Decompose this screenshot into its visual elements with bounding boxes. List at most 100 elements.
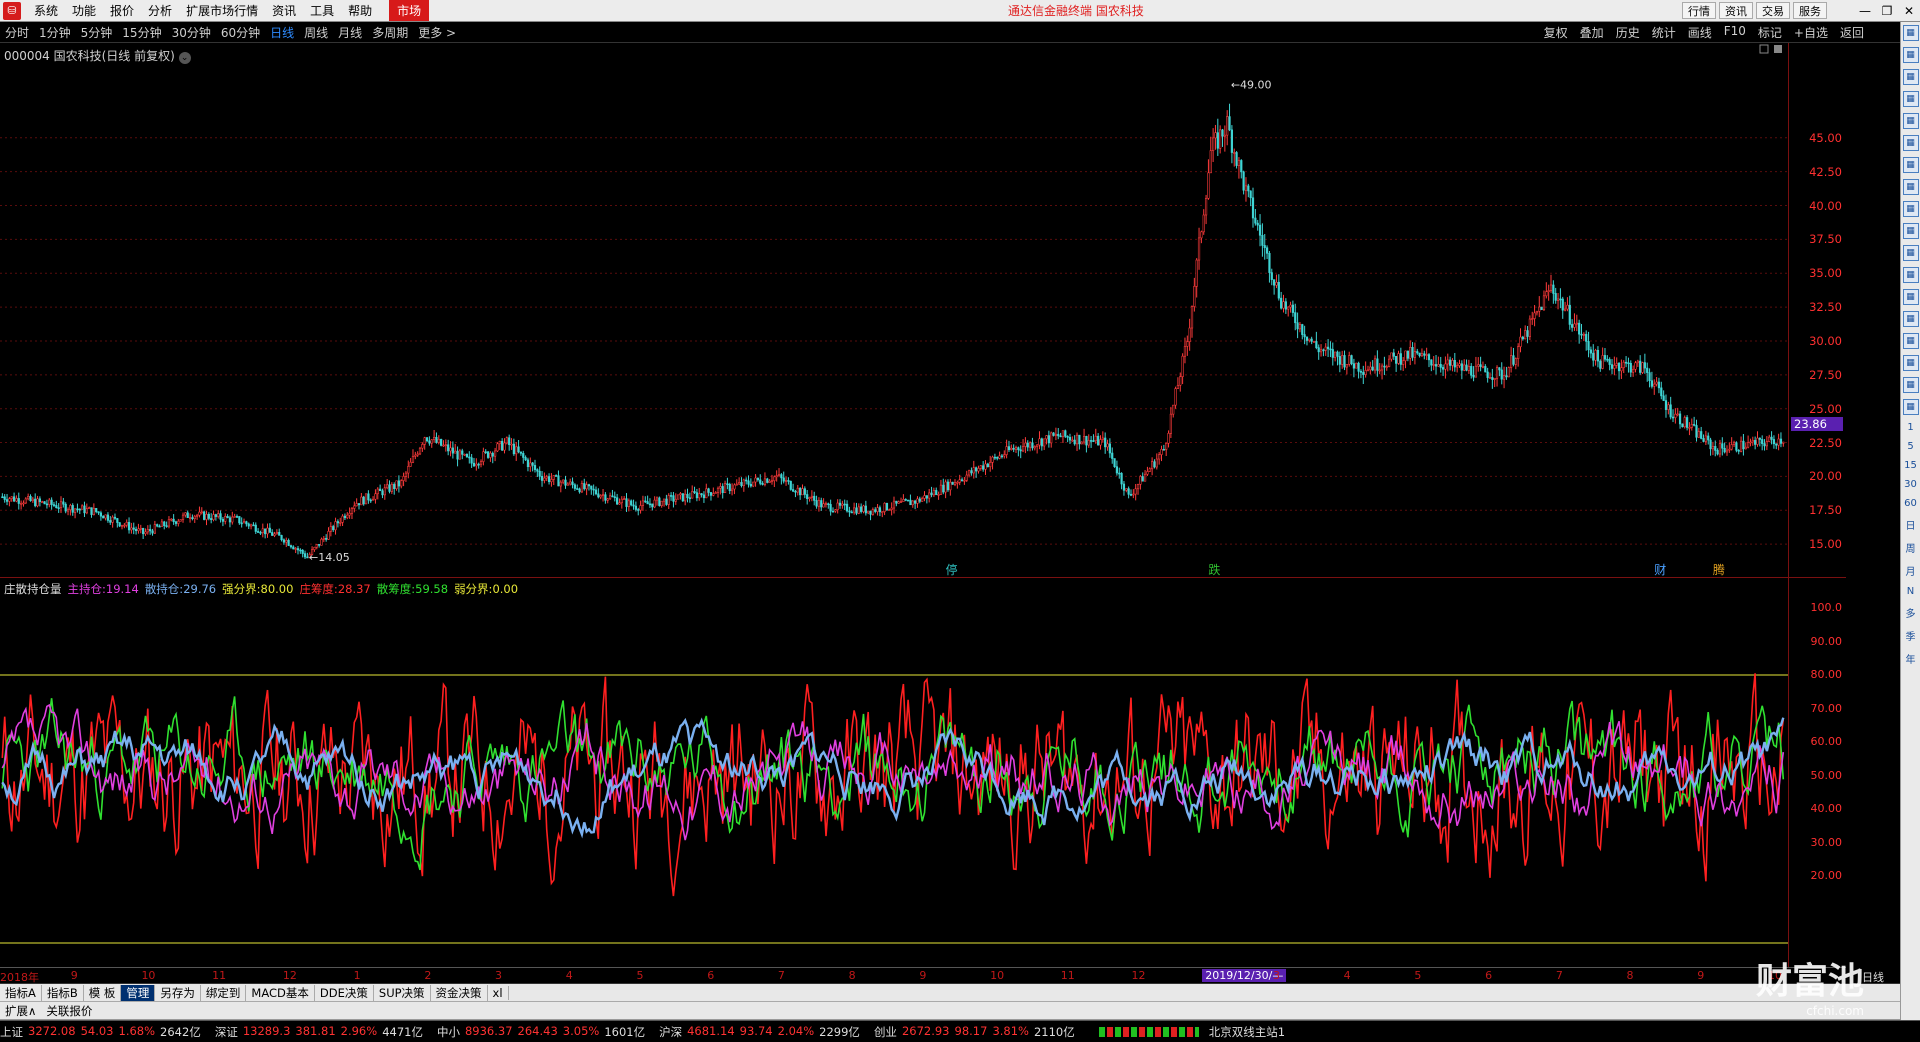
extension-button[interactable]: 扩展∧ [0,1003,41,1019]
period-tab[interactable]: 60分钟 [216,24,265,41]
toolbar-icon[interactable]: ▦ [1902,355,1919,371]
menu-item[interactable]: 工具 [303,4,341,18]
period-tab[interactable]: 周线 [299,24,333,41]
indicator-tab[interactable]: 管理 [121,984,156,1001]
chart-tool-button[interactable]: 返回 [1834,24,1870,41]
menu-item[interactable]: 扩展市场行情 [179,4,265,18]
indicator-tab[interactable]: 模 板 [84,984,122,1001]
indicator-tab[interactable]: MACD基本 [246,984,315,1001]
chevron-down-icon[interactable]: ⌄ [178,52,191,64]
menu-item[interactable]: 系统 [27,4,65,18]
extension-button[interactable]: 关联报价 [41,1003,97,1019]
restore-icon[interactable]: ❐ [1876,4,1898,18]
period-shortcut[interactable]: 1 [1907,422,1913,433]
index-price: 8936.37 [464,1023,513,1038]
chart-tool-button[interactable]: 复权 [1538,24,1574,41]
period-tab[interactable]: 15分钟 [117,24,166,41]
period-tab[interactable]: 30分钟 [167,24,216,41]
period-shortcut[interactable]: N [1907,586,1914,597]
toolbar-icon[interactable]: ▦ [1902,377,1919,393]
period-shortcut[interactable]: 日 [1906,517,1916,532]
period-shortcut[interactable]: 15 [1904,460,1917,471]
indicator-tab[interactable]: DDE决策 [315,984,374,1001]
candlestick-chart[interactable]: ←49.00 ←14.05 停 跌 财 腾 [0,43,1846,578]
chart-tool-button[interactable]: 画线 [1682,24,1718,41]
indicator-pane[interactable]: 庄散持仓量 主持仓:19.14 散持仓:29.76 强分界:80.00 庄筹度:28.3… [0,578,1846,968]
period-tab[interactable]: 5分钟 [76,24,118,41]
menu-right-button[interactable]: 交易 [1756,2,1790,19]
toolbar-icon[interactable]: ▦ [1902,289,1919,305]
toolbar-icon[interactable]: ▦ [1902,311,1919,327]
toolbar-icon[interactable]: ▦ [1902,47,1919,63]
toolbar-icon[interactable]: ▦ [1902,135,1919,151]
indicator-tab[interactable]: xl [488,985,509,1000]
menu-item[interactable]: 功能 [65,4,103,18]
chart-tool-button[interactable]: 历史 [1610,24,1646,41]
candle-body [1573,323,1576,328]
period-tab[interactable]: 更多 > [413,24,461,41]
minimize-icon[interactable]: — [1854,4,1876,18]
index-quote[interactable]: 创业 2672.93 98.17 3.81% 2110亿 [874,1024,1075,1040]
period-tab[interactable]: 月线 [333,24,367,41]
toolbar-icon[interactable]: ▦ [1902,113,1919,129]
toolbar-icon[interactable]: ▦ [1902,333,1919,349]
chart-tool-button[interactable]: 统计 [1646,24,1682,41]
chart-tool-button[interactable]: 叠加 [1574,24,1610,41]
candle-body [1411,347,1414,358]
index-quote[interactable]: 中小 8936.37 264.43 3.05% 1601亿 [437,1024,645,1040]
chart-tool-button[interactable]: 标记 [1752,24,1788,41]
close-icon[interactable]: ✕ [1898,4,1920,18]
toolbar-icon[interactable]: ▦ [1902,157,1919,173]
toolbar-icon[interactable]: ▦ [1902,245,1919,261]
menu-right-button[interactable]: 服务 [1793,2,1827,19]
indicator-tab[interactable]: 指标A [0,984,42,1001]
menu-item[interactable]: 帮助 [341,4,379,18]
index-price: 13289.3 [242,1023,291,1038]
period-shortcut[interactable]: 5 [1907,441,1913,452]
index-quote[interactable]: 深证 13289.3 381.81 2.96% 4471亿 [215,1024,423,1040]
toolbar-icon[interactable]: ▦ [1902,201,1919,217]
indicator-tab[interactable]: 资金决策 [431,984,488,1001]
market-button[interactable]: 市场 [389,0,430,21]
period-shortcut[interactable]: 月 [1906,563,1916,578]
candle-body [1456,365,1459,368]
candle-body [109,520,112,523]
chart-tool-button[interactable]: F10 [1718,24,1752,41]
menu-right-button[interactable]: 资讯 [1719,2,1753,19]
candle-body [562,479,565,483]
toolbar-icon[interactable]: ▦ [1902,179,1919,195]
index-quote[interactable]: 沪深 4681.14 93.74 2.04% 2299亿 [659,1024,860,1040]
price-chart-pane[interactable]: ←49.00 ←14.05 停 跌 财 腾 000004 国农科技(日线 前复权) ⌄ 4… [0,43,1846,578]
period-tab[interactable]: 日线 [265,24,299,41]
indicator-tab[interactable]: 指标B [42,984,84,1001]
menu-item[interactable]: 报价 [103,4,141,18]
toolbar-icon[interactable]: ▦ [1902,25,1919,41]
menu-item[interactable]: 资讯 [265,4,303,18]
period-shortcut[interactable]: 多 [1906,605,1916,620]
toolbar-icon[interactable]: ▦ [1902,267,1919,283]
menu-right-button[interactable]: 行情 [1682,2,1716,19]
toolbar-icon[interactable]: ▦ [1902,69,1919,85]
period-tab[interactable]: 分时 [0,24,34,41]
indicator-tab[interactable]: 另存为 [155,984,201,1001]
candle-body [1261,234,1264,246]
period-tab[interactable]: 多周期 [367,24,413,41]
chart-tool-button[interactable]: +自选 [1788,24,1834,41]
period-tab[interactable]: 1分钟 [34,24,76,41]
toolbar-icon[interactable]: ▦ [1902,399,1919,415]
period-shortcut[interactable]: 周 [1906,540,1916,555]
indicator-chart[interactable] [0,578,1846,968]
index-quote[interactable]: 上证 3272.08 54.03 1.68% 2642亿 [0,1024,201,1040]
indicator-tab[interactable]: 绑定到 [201,984,247,1001]
toolbar-icon[interactable]: ▦ [1902,223,1919,239]
candle-body [1505,375,1508,378]
period-shortcut[interactable]: 60 [1904,498,1917,509]
period-shortcut[interactable]: 30 [1904,479,1917,490]
candle-body [1122,483,1126,491]
indicator-tab[interactable]: SUP决策 [374,984,431,1001]
candle-body [686,493,689,498]
period-shortcut[interactable]: 年 [1906,651,1916,666]
toolbar-icon[interactable]: ▦ [1902,91,1919,107]
menu-item[interactable]: 分析 [141,4,179,18]
period-shortcut[interactable]: 季 [1906,628,1916,643]
